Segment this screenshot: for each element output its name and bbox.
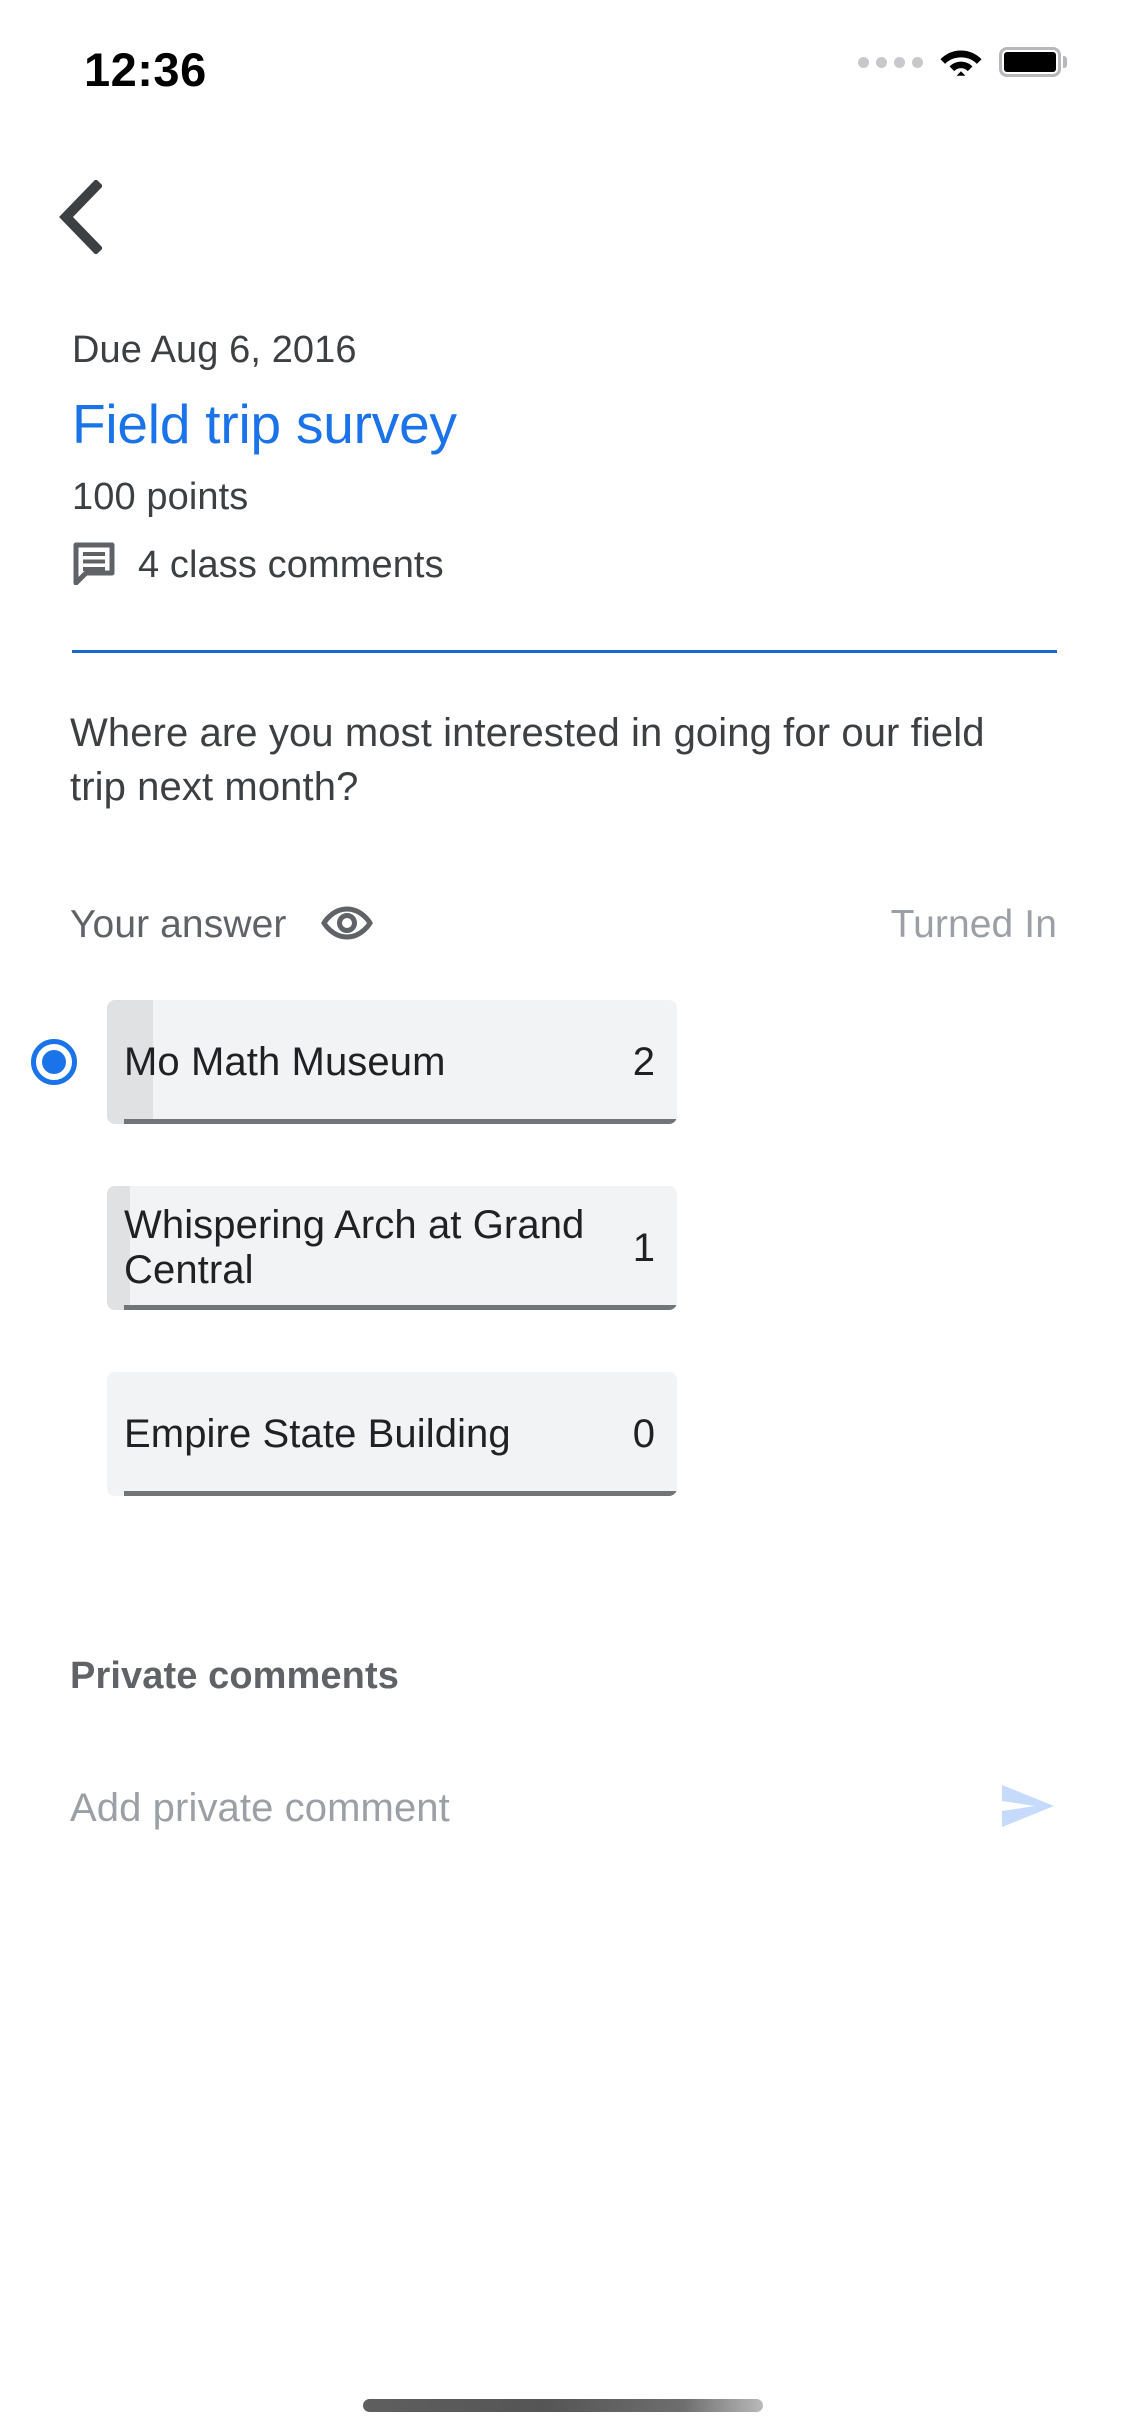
option-radio-slot xyxy=(0,1411,107,1457)
answer-option-row[interactable]: Empire State Building 0 xyxy=(0,1372,1125,1496)
due-date: Due Aug 6, 2016 xyxy=(72,329,357,371)
private-comments-heading: Private comments xyxy=(70,1655,399,1697)
assignment-points: 100 points xyxy=(72,475,249,518)
assignment-header: Due Aug 6, 2016 Field trip survey 100 po… xyxy=(72,328,1057,590)
submission-status-badge: Turned In xyxy=(890,903,1057,946)
radio-unselected-icon[interactable] xyxy=(31,1225,77,1271)
option-bar-baseline xyxy=(124,1305,677,1310)
status-bar: 12:36 xyxy=(0,0,1125,132)
send-icon xyxy=(999,1779,1057,1838)
answer-options-list: Mo Math Museum 2 Whispering Arch at Gran… xyxy=(0,1000,1125,1558)
option-count: 1 xyxy=(632,1225,655,1270)
wifi-icon xyxy=(939,46,983,78)
option-bar: Whispering Arch at Grand Central 1 xyxy=(107,1186,677,1310)
home-indicator[interactable] xyxy=(362,2399,763,2412)
phone-screen: 12:36 Due Aug 6, 2016 Field trip survey … xyxy=(0,0,1125,2436)
comment-bubble-icon xyxy=(72,541,116,590)
option-bar: Mo Math Museum 2 xyxy=(107,1000,677,1124)
answer-option-row[interactable]: Whispering Arch at Grand Central 1 xyxy=(0,1186,1125,1310)
question-text: Where are you most interested in going f… xyxy=(70,711,985,810)
battery-full-icon xyxy=(999,47,1067,77)
section-divider xyxy=(72,650,1057,653)
answer-header: Your answer Turned In xyxy=(70,890,1057,960)
radio-selected-icon[interactable] xyxy=(30,1039,77,1085)
option-bar: Empire State Building 0 xyxy=(107,1372,677,1496)
option-label: Whispering Arch at Grand Central xyxy=(124,1203,585,1292)
eye-icon xyxy=(320,903,374,948)
private-comment-input[interactable]: Add private comment xyxy=(70,1786,450,1831)
option-label: Mo Math Museum xyxy=(124,1039,446,1084)
option-radio-slot xyxy=(0,1225,107,1271)
back-button[interactable] xyxy=(30,170,128,268)
class-comments-button[interactable]: 4 class comments xyxy=(72,541,1057,590)
private-comment-input-row[interactable]: Add private comment xyxy=(70,1748,1057,1868)
class-comments-label: 4 class comments xyxy=(138,543,444,586)
radio-unselected-icon[interactable] xyxy=(31,1411,77,1457)
chevron-left-icon xyxy=(56,178,104,259)
nav-bar xyxy=(0,170,1125,280)
option-count: 0 xyxy=(632,1411,655,1456)
option-label: Empire State Building xyxy=(124,1411,511,1456)
status-bar-clock: 12:36 xyxy=(84,43,207,96)
assignment-title: Field trip survey xyxy=(72,392,457,455)
your-answer-label: Your answer xyxy=(70,903,287,946)
answer-option-row[interactable]: Mo Math Museum 2 xyxy=(0,1000,1125,1124)
option-radio-slot xyxy=(0,1039,107,1085)
signal-dots-icon xyxy=(858,56,923,68)
option-bar-baseline xyxy=(124,1491,677,1496)
option-count: 2 xyxy=(632,1039,655,1084)
option-bar-baseline xyxy=(124,1119,677,1124)
status-bar-indicators xyxy=(858,46,1067,78)
send-comment-button[interactable] xyxy=(999,1779,1057,1838)
visibility-toggle-button[interactable] xyxy=(320,903,374,948)
